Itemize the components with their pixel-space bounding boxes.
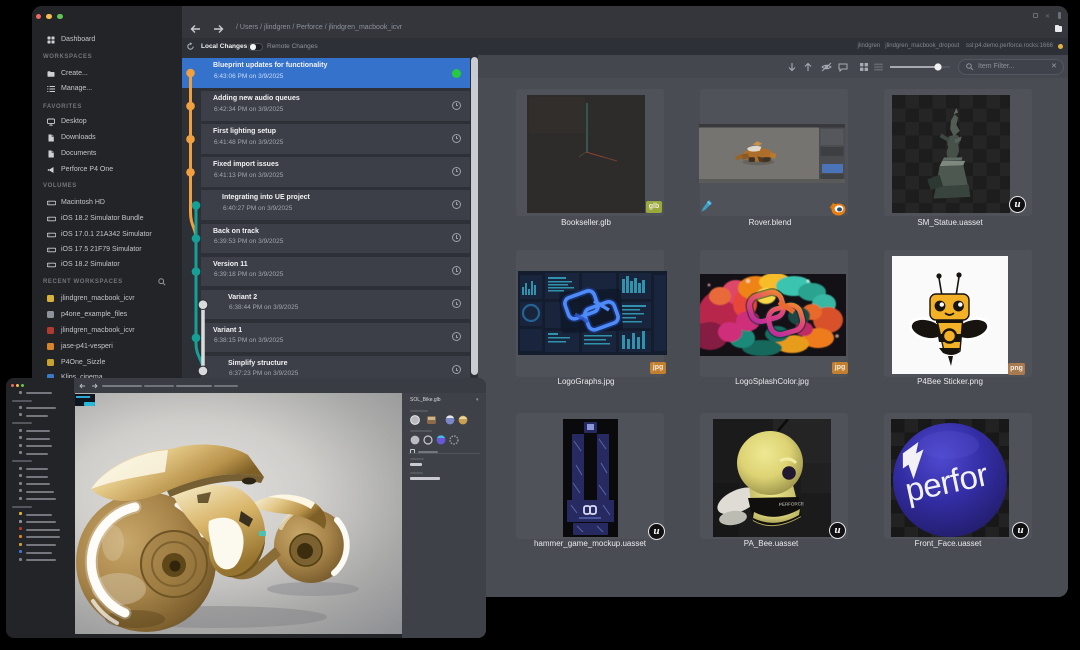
svg-text:PERFORCE: PERFORCE [779, 501, 804, 507]
